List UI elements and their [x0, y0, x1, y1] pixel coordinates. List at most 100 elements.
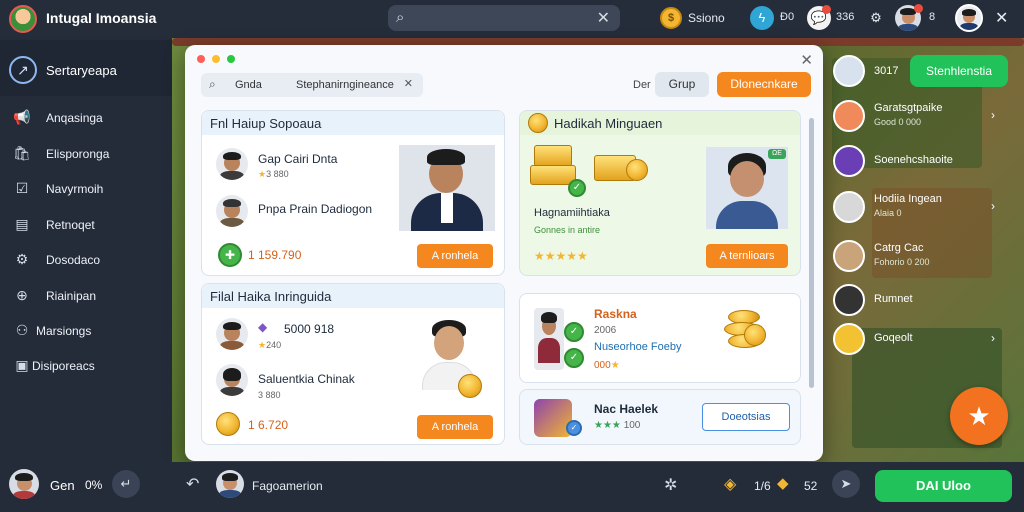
right-list-item-6[interactable]: Goqeolt › — [831, 321, 1011, 357]
offer-sub-2: Nuseorhoe Foeby — [594, 341, 682, 353]
window-maximize-dot[interactable] — [227, 55, 235, 63]
back-icon[interactable]: ↶ — [186, 474, 199, 494]
settings-icon[interactable]: ⚙ — [864, 6, 888, 30]
item-sub: Alaia 0 — [874, 208, 902, 218]
offer-name: Raskna — [594, 307, 637, 321]
settings-icon[interactable]: ✲ — [664, 475, 677, 495]
window-close-dot[interactable] — [197, 55, 205, 63]
share-icon[interactable]: ↵ — [112, 470, 140, 498]
offer-sub: ★★★ 100 — [594, 420, 641, 431]
sidebar-item-3[interactable]: ☑ Navyrmoih — [0, 175, 172, 203]
check-icon: ✓ — [568, 179, 586, 197]
row-2-sub: 3 880 — [258, 390, 281, 400]
right-list-item-2[interactable]: Soenehcshaoite — [831, 143, 1011, 179]
group-icon: ⚇ — [15, 322, 29, 338]
avatar — [216, 318, 248, 350]
offer-panel-4: ✓ ✓ Raskna 2006 Nuseorhoe Foeby 000★ — [519, 293, 801, 383]
megaphone-icon: 📢 — [13, 109, 31, 125]
details-button[interactable]: Doeotsias — [702, 403, 790, 431]
panel-title: Filal Haika Inringuida — [210, 289, 332, 304]
coin-icon — [458, 374, 482, 398]
user-avatar[interactable] — [9, 469, 39, 499]
send-icon[interactable]: ➤ — [832, 470, 860, 498]
sidebar-item-6[interactable]: ⊕ Riainipan — [0, 282, 172, 310]
globe-icon: ⊕ — [16, 287, 28, 303]
bottom-bar: Gen 0% ↵ ↶ Fagoamerion ✲ ◈ 1/6 ◆ 52 ➤ DA… — [0, 462, 1024, 512]
counter-1: Ð0 — [780, 11, 795, 23]
grup-button[interactable]: Grup — [655, 72, 709, 97]
right-top-cta-button[interactable]: Stenhlenstia — [910, 55, 1008, 87]
primary-orange-button[interactable]: Dlonecnkare — [717, 72, 811, 97]
sidebar-item-1[interactable]: 📢 Anqasinga — [0, 104, 172, 132]
sidebar-item-7[interactable]: ⚇ Marsiongs — [0, 317, 172, 345]
coin-icon: $ — [660, 7, 682, 29]
badge-icon: ✓ — [564, 322, 584, 342]
modal-scrollbar[interactable] — [809, 118, 814, 388]
search-bar[interactable]: ⌕ ✕ — [388, 5, 620, 31]
right-list-item-4[interactable]: Catrg Cac Fohorio 0 200 — [831, 238, 1011, 274]
chevron-right-icon: › — [991, 199, 995, 213]
profile-avatar[interactable] — [955, 4, 983, 32]
gold-bars-icon — [534, 145, 572, 167]
coins-label: Ssiono — [688, 11, 725, 25]
sidebar-item-4[interactable]: ▤ Retnoqet — [0, 211, 172, 239]
portrait-image — [534, 308, 564, 370]
chevron-right-icon: › — [991, 331, 995, 345]
right-list-item-3[interactable]: Hodiia Ingean Alaia 0 › — [831, 189, 1011, 225]
sidebar-item-label: Disiporeacs — [32, 359, 95, 373]
chevron-right-icon: › — [991, 108, 995, 122]
panel-header: Filal Haika Inringuida — [202, 284, 504, 308]
panel-header: Hadikah Minguaen — [520, 111, 800, 135]
app-logo[interactable] — [9, 5, 37, 33]
sidebar-item-2[interactable]: 🛍 Elisporonga — [0, 140, 172, 168]
count-1: 1/6 — [754, 479, 771, 493]
right-list-item-5[interactable]: Rumnet — [831, 282, 1011, 318]
item-title: Catrg Cac — [874, 242, 924, 254]
portrait-image — [399, 145, 495, 231]
row-1-name: 5000 918 — [284, 322, 335, 336]
item-title: Goqeolt — [874, 332, 913, 344]
coin-icon — [528, 113, 548, 133]
lightning-icon[interactable]: ϟ — [750, 6, 774, 30]
close-icon[interactable]: ✕ — [995, 8, 1008, 28]
panel-header: Fnl Haiup Sopoaua — [202, 111, 504, 135]
counter-3: 8 — [929, 11, 936, 23]
clear-search-icon[interactable]: ✕ — [597, 8, 610, 28]
search-icon: ⌕ — [396, 9, 405, 26]
modal-close-icon[interactable]: ✕ — [800, 51, 813, 69]
store-modal: ✕ ⌕ Gnda Stephanirngineance ✕ Der Grup D… — [185, 45, 823, 461]
window-minimize-dot[interactable] — [212, 55, 220, 63]
panel-title: Hadikah Minguaen — [554, 116, 663, 131]
panel-label: Hagnamiihtiaka — [534, 207, 610, 219]
search-icon: ⌕ — [209, 77, 216, 91]
coin-icon — [626, 159, 648, 181]
check-icon: ✓ — [564, 348, 584, 368]
buy-button[interactable]: A ronhela — [417, 244, 493, 268]
buy-button[interactable]: A ternlioars — [706, 244, 788, 268]
item-sub: Fohorio 0 200 — [874, 257, 930, 267]
favorite-star-button[interactable]: ★ — [950, 387, 1008, 445]
avatar — [833, 240, 865, 272]
sidebar-item-label: Dosodaco — [46, 253, 101, 267]
item-title: Soenehcshaoite — [874, 154, 953, 166]
compass-icon: ↗ — [9, 56, 37, 84]
notification-badge — [822, 5, 831, 14]
search-term-1: Gnda — [235, 79, 262, 91]
sidebar-item-label: Marsiongs — [36, 324, 92, 338]
offer-panel-5: ✓ Nac Haelek ★★★ 100 Doeotsias — [519, 389, 801, 445]
count-2: 52 — [804, 479, 818, 493]
gem-icon: ◆ — [258, 320, 268, 334]
sidebar-header[interactable]: ↗ Sertaryeapa — [0, 40, 172, 96]
sidebar-item-8[interactable]: ▣ Disiporeacs — [0, 352, 172, 380]
price: 1 159.790 — [248, 248, 302, 262]
clear-icon[interactable]: ✕ — [404, 77, 413, 90]
bottom-cta-button[interactable]: DAI Uloo — [875, 470, 1012, 502]
modal-search[interactable]: ⌕ Gnda Stephanirngineance ✕ — [201, 73, 423, 97]
gem-icon: ✚ — [218, 243, 242, 267]
chat-avatar[interactable] — [216, 470, 244, 498]
buy-button[interactable]: A ronhela — [417, 415, 493, 439]
item-title: Hodiia Ingean — [874, 193, 942, 205]
sidebar-item-5[interactable]: ⚙ Dosodaco — [0, 246, 172, 274]
sidebar-item-label: Retnoqet — [46, 218, 95, 232]
right-list-item-1[interactable]: Garatsgtpaike Good 0 000 › — [831, 98, 1011, 134]
